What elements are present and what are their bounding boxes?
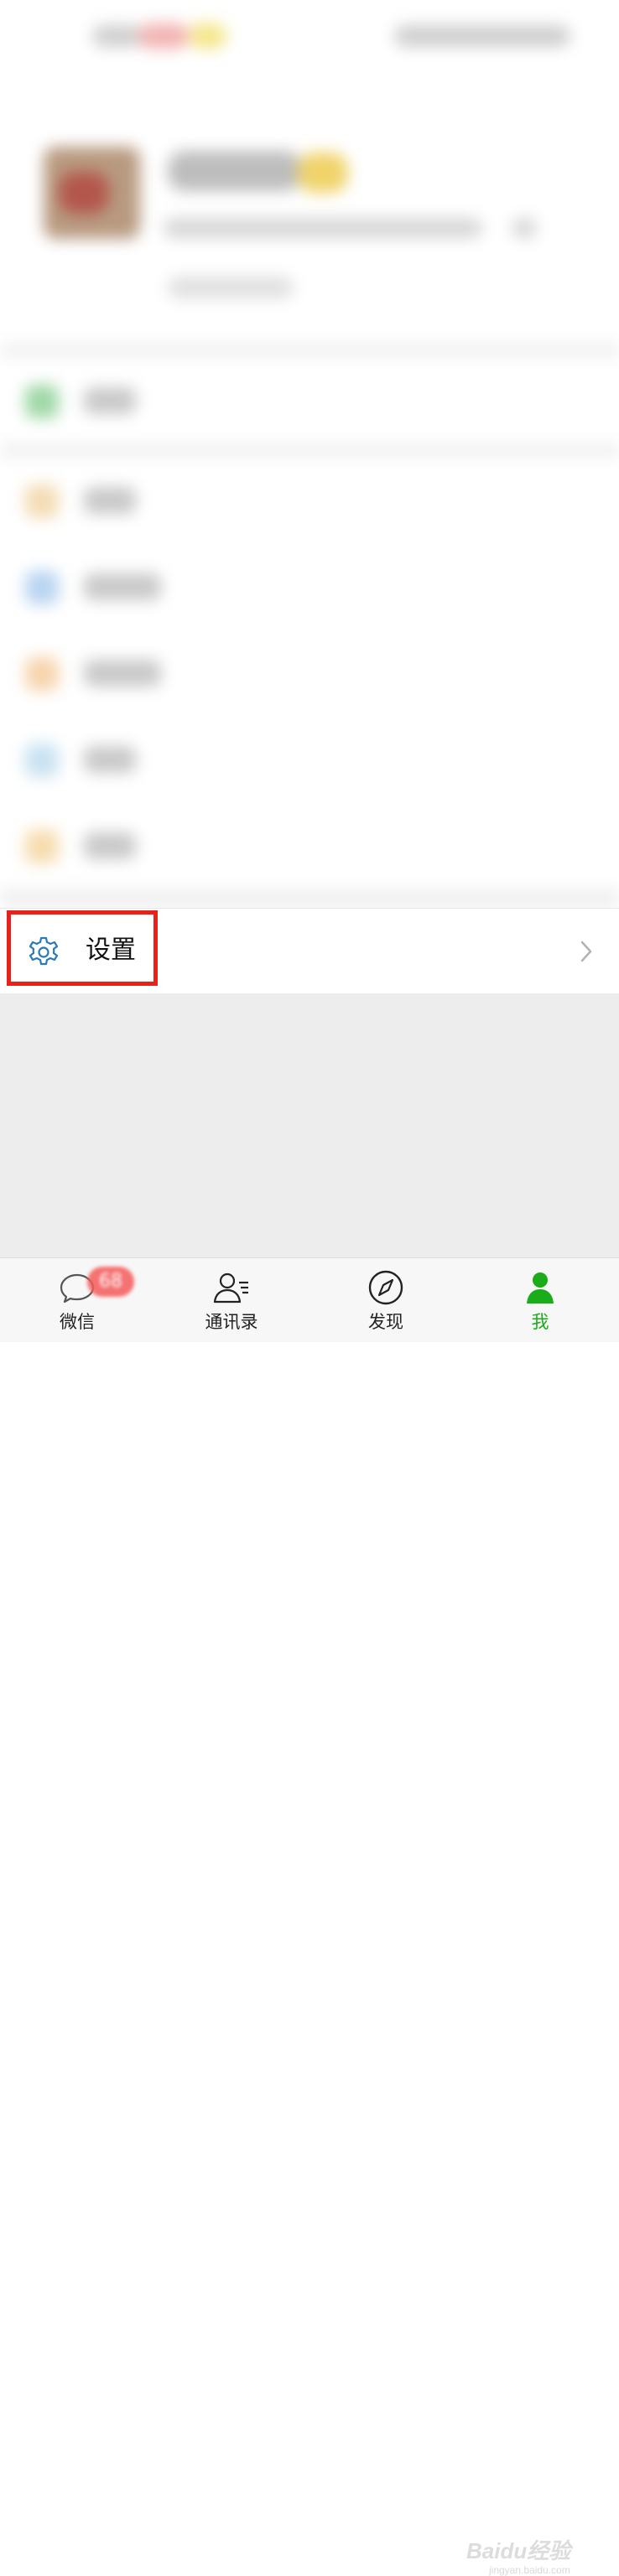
wechat-me-screen: 设置 68 微信 通讯录 发现 我 Baidu经验 jingyan.baidu.… <box>0 0 619 2576</box>
status-bar <box>0 0 619 92</box>
watermark: Baidu经验 <box>466 2538 571 2563</box>
features-section[interactable] <box>0 457 619 889</box>
unread-badge: 68 <box>87 1267 134 1297</box>
tab-bar: 68 微信 通讯录 发现 我 Baidu经验 jingyan.baidu.com <box>0 1257 619 2576</box>
person-icon <box>527 1272 554 1304</box>
tab-me[interactable]: 我 <box>463 1258 617 1342</box>
profile-section[interactable] <box>0 92 619 344</box>
tab-contacts[interactable]: 通讯录 <box>154 1258 309 1342</box>
watermark-url: jingyan.baidu.com <box>489 2564 570 2576</box>
tab-chats[interactable]: 68 微信 <box>0 1258 154 1342</box>
tab-discover[interactable]: 发现 <box>309 1258 463 1342</box>
tab-label: 我 <box>531 1312 549 1332</box>
highlight-box <box>7 910 158 986</box>
section-divider <box>0 443 619 457</box>
tab-label: 发现 <box>368 1312 403 1332</box>
contacts-icon <box>213 1272 248 1304</box>
section-divider <box>0 344 619 357</box>
compass-icon <box>368 1270 403 1305</box>
pay-section[interactable] <box>0 357 619 443</box>
tab-label: 微信 <box>60 1312 95 1332</box>
tab-label: 通讯录 <box>205 1312 258 1332</box>
chevron-right-icon <box>580 941 592 962</box>
section-divider <box>0 889 619 908</box>
empty-background <box>0 993 619 1257</box>
